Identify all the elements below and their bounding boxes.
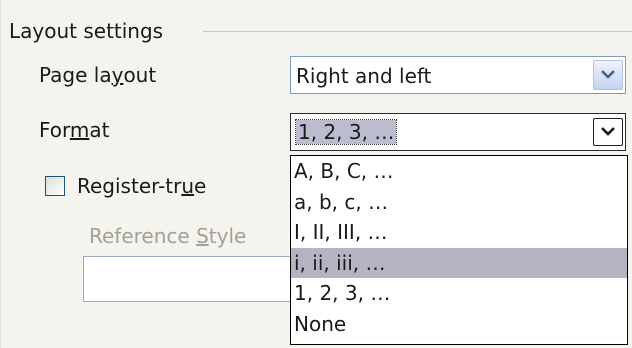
page-layout-label-mnemonic: y: [111, 63, 124, 87]
register-true-label-mnemonic: u: [181, 174, 195, 198]
register-true-label-pre: Register-tr: [77, 174, 182, 198]
register-true-label-post: e: [194, 174, 207, 198]
reference-style-field: [83, 256, 303, 302]
chevron-down-icon: [601, 127, 615, 136]
format-label-post: at: [89, 118, 110, 142]
format-value-text: 1, 2, 3, …: [294, 119, 398, 145]
format-label-pre: For: [39, 118, 70, 142]
format-option[interactable]: I, II, III, …: [291, 217, 627, 248]
format-option[interactable]: a, b, c, …: [291, 187, 627, 218]
page-layout-value: Right and left: [296, 64, 432, 88]
reference-style-label-pre: Reference: [89, 224, 197, 248]
register-true-label: Register-true: [77, 173, 206, 199]
format-label: Format: [39, 117, 110, 143]
page-layout-dropdown-button[interactable]: [593, 60, 623, 90]
page-layout-select[interactable]: Right and left: [290, 56, 626, 94]
chevron-down-icon: [601, 70, 615, 79]
layout-settings-panel: Layout settings Page layout Right and le…: [0, 0, 632, 348]
reference-style-label: Reference Style: [89, 223, 246, 249]
reference-style-label-mnemonic: S: [196, 224, 209, 248]
format-label-mnemonic: m: [69, 118, 90, 142]
format-option[interactable]: A, B, C, …: [291, 156, 627, 187]
page-layout-label-post: out: [123, 63, 157, 87]
format-select[interactable]: 1, 2, 3, …: [290, 113, 626, 151]
format-dropdown-button[interactable]: [593, 118, 623, 146]
format-option-highlighted[interactable]: i, ii, iii, …: [291, 247, 627, 278]
group-divider: [203, 31, 632, 32]
format-value: 1, 2, 3, …: [294, 114, 398, 150]
format-option[interactable]: None: [291, 309, 627, 340]
page-layout-label: Page layout: [39, 62, 156, 88]
format-dropdown-list[interactable]: A, B, C, … a, b, c, … I, II, III, … i, i…: [290, 155, 628, 345]
register-true-checkbox[interactable]: [45, 176, 65, 196]
layout-settings-title: Layout settings: [9, 18, 170, 44]
reference-style-label-post: tyle: [208, 224, 247, 248]
format-option[interactable]: 1, 2, 3, …: [291, 278, 627, 309]
page-layout-label-pre: Page la: [39, 63, 112, 87]
